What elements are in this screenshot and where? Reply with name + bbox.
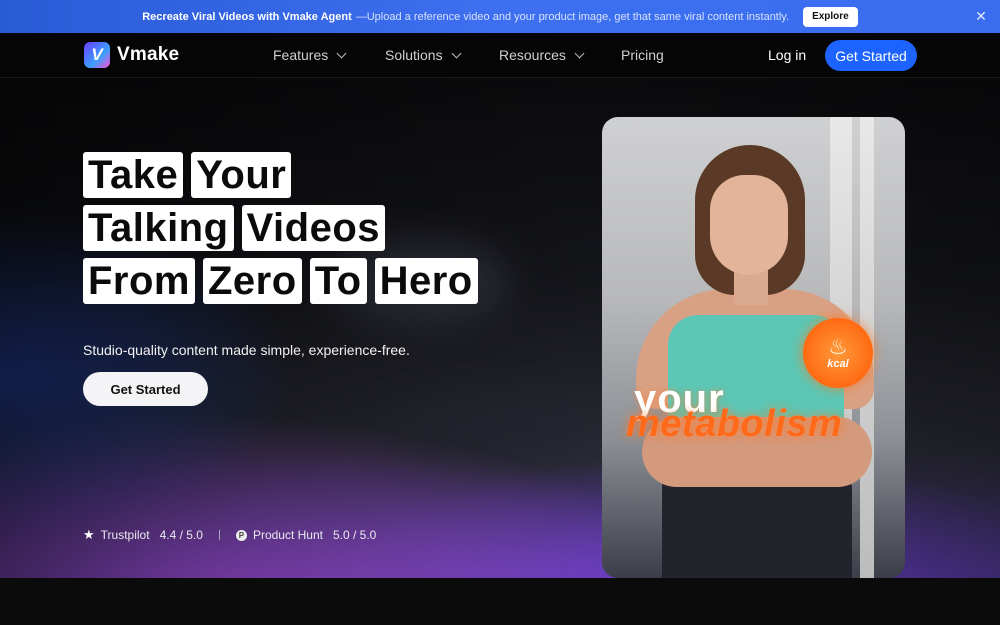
announcement-title: Recreate Viral Videos with Vmake Agent: [142, 10, 352, 23]
get-started-hero-button[interactable]: Get Started: [83, 372, 208, 406]
producthunt-icon: P: [235, 529, 247, 541]
headline-word: Videos: [241, 205, 385, 251]
chevron-down-icon: [451, 48, 462, 58]
brand-name: Vmake: [117, 44, 180, 65]
chevron-down-icon: [336, 48, 347, 58]
headline-word: From: [83, 258, 195, 304]
headline-word: To: [309, 258, 367, 304]
logo[interactable]: V Vmake: [84, 42, 179, 68]
top-nav: V Vmake Features Solutions Resources Pri…: [0, 33, 1000, 78]
close-icon[interactable]: ✕: [974, 9, 988, 23]
flame-icon: ♨: [828, 334, 848, 359]
chevron-down-icon: [574, 48, 585, 58]
announcement-bar: Recreate Viral Videos with Vmake Agent —…: [0, 0, 1000, 33]
get-started-nav-button[interactable]: Get Started: [825, 40, 917, 71]
kcal-label: kcal: [827, 358, 849, 370]
explore-button[interactable]: Explore: [803, 6, 858, 27]
announcement-text: —Upload a reference video and your produ…: [355, 10, 790, 23]
headline-word: Hero: [374, 258, 478, 304]
headline-word: Take: [83, 152, 184, 198]
headline-row: Talking Videos: [83, 205, 486, 251]
hero-section: Take Your Talking Videos From Zero To He…: [0, 78, 1000, 578]
headline-word: Zero: [203, 258, 302, 304]
ratings-row: ★ Trustpilot 4.4 / 5.0 P Product Hunt 5.…: [83, 527, 376, 543]
star-icon: ★: [83, 527, 95, 542]
nav-item-label: Features: [273, 47, 329, 63]
video-preview[interactable]: ♨ kcal your metabolism: [602, 117, 905, 578]
divider: [218, 530, 220, 540]
trustpilot-label: Trustpilot: [100, 528, 150, 542]
nav-item-label: Pricing: [621, 47, 664, 63]
producthunt-score: 5.0 / 5.0: [332, 528, 377, 542]
nav-item-label: Resources: [499, 47, 566, 63]
headline-row: Take Your: [83, 152, 486, 198]
kcal-badge: ♨ kcal: [803, 318, 873, 388]
hero-headline: Take Your Talking Videos From Zero To He…: [83, 152, 486, 311]
headline-word: Your: [191, 152, 292, 198]
nav-item-pricing[interactable]: Pricing: [621, 47, 664, 63]
headline-row: From Zero To Hero: [83, 258, 486, 304]
producthunt-label: Product Hunt: [252, 528, 323, 542]
nav-item-label: Solutions: [385, 47, 443, 63]
nav-item-features[interactable]: Features: [273, 47, 347, 63]
caption-line-2: metabolism: [626, 403, 843, 445]
nav-item-resources[interactable]: Resources: [499, 47, 585, 63]
hero-subtitle: Studio-quality content made simple, expe…: [83, 342, 410, 358]
trustpilot-score: 4.4 / 5.0: [159, 528, 203, 542]
headline-word: Talking: [83, 205, 234, 251]
page-section-below: [0, 578, 1000, 625]
person-legs: [662, 477, 852, 578]
login-link[interactable]: Log in: [768, 47, 806, 63]
vmake-logo-icon: V: [84, 42, 110, 68]
nav-item-solutions[interactable]: Solutions: [385, 47, 462, 63]
person-face: [710, 175, 788, 275]
